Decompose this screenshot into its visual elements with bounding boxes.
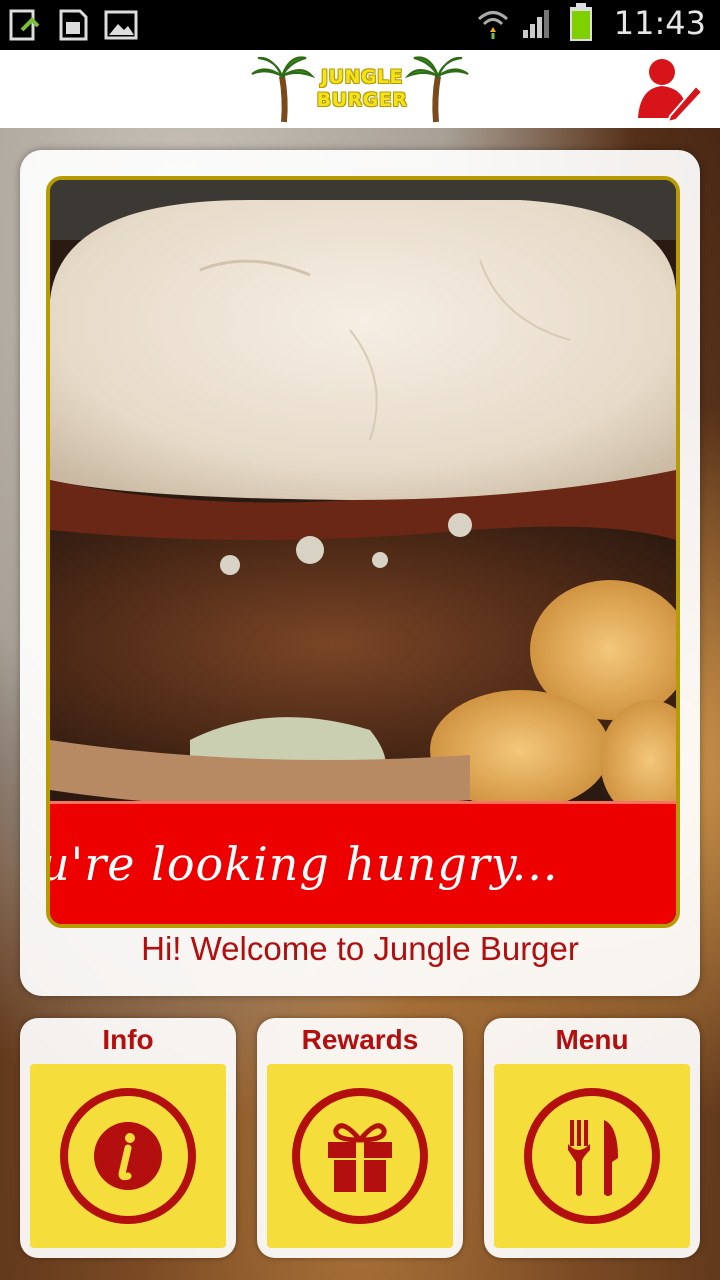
jungle-burger-logo: JUNGLE BURGER <box>250 54 470 124</box>
app-header: JUNGLE BURGER <box>0 50 720 131</box>
banner-text: u're looking hungry... <box>46 837 559 891</box>
info-panel[interactable] <box>30 1064 226 1248</box>
signal-icon <box>520 6 554 40</box>
fork-knife-icon <box>524 1088 660 1224</box>
logo-line-1: JUNGLE <box>320 66 404 88</box>
status-bar: 11:43 <box>0 0 720 50</box>
burger-photo: u're looking hungry... <box>46 176 680 928</box>
rewards-panel[interactable] <box>267 1064 453 1248</box>
logo-text: JUNGLE BURGER <box>308 66 416 112</box>
rewards-tile[interactable]: Rewards <box>257 1018 463 1258</box>
usb-debug-icon <box>8 8 42 42</box>
welcome-text: Hi! Welcome to Jungle Burger <box>141 930 579 967</box>
clock: 11:43 <box>613 4 706 42</box>
battery-icon <box>564 3 598 41</box>
rewards-label: Rewards <box>301 1024 419 1055</box>
menu-tile[interactable]: Menu <box>484 1018 700 1258</box>
wifi-icon <box>476 6 510 40</box>
welcome-card: u're looking hungry... Hi! Welcome to Ju… <box>20 150 700 996</box>
info-tile[interactable]: Info <box>20 1018 236 1258</box>
menu-panel[interactable] <box>494 1064 690 1248</box>
menu-label: Menu <box>555 1024 629 1055</box>
user-edit-icon[interactable] <box>634 56 704 124</box>
sim-storage-icon <box>56 8 90 42</box>
hungry-banner: u're looking hungry... <box>50 801 676 924</box>
gift-icon <box>292 1088 428 1224</box>
info-label: Info <box>102 1024 154 1055</box>
logo-line-2: BURGER <box>316 89 408 111</box>
info-icon <box>60 1088 196 1224</box>
gallery-icon <box>104 8 138 42</box>
